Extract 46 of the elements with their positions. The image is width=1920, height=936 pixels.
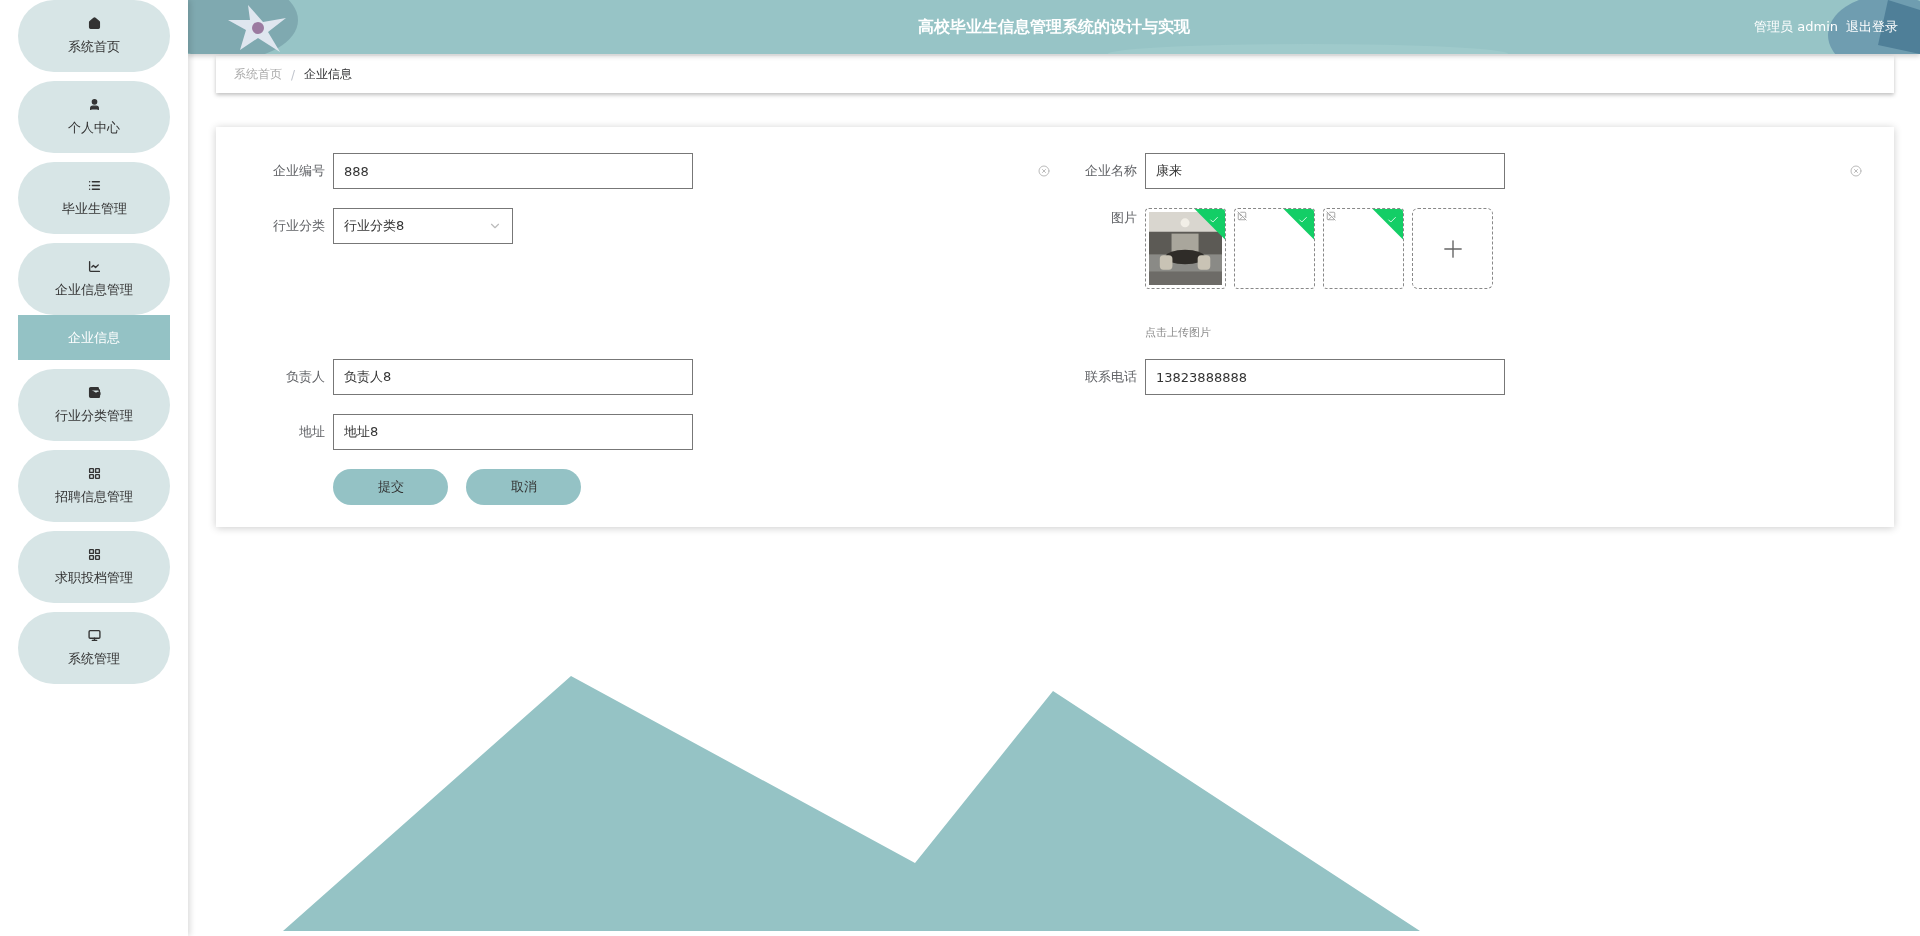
text-field[interactable]: 13823888888 (1145, 359, 1505, 395)
breadcrumb-item[interactable]: 企业信息 (304, 66, 353, 83)
submit-button[interactable]: 提交 (333, 469, 448, 505)
menu-item[interactable]: 招聘信息管理 (18, 450, 170, 522)
upload-button[interactable] (1412, 208, 1493, 289)
field-label: 行业分类 (272, 217, 326, 235)
grid-icon (87, 466, 101, 480)
text-field[interactable]: 负责人8 (333, 359, 693, 395)
breadcrumb-separator: / (291, 67, 296, 82)
menu-item[interactable]: 个人中心 (18, 81, 170, 153)
list-icon (87, 178, 101, 192)
menu-item[interactable]: 系统管理 (18, 612, 170, 684)
broken-image-icon (1237, 211, 1247, 221)
clear-icon[interactable] (1038, 165, 1050, 177)
field-label: 企业名称 (1084, 162, 1138, 180)
broken-image-icon (1326, 211, 1336, 221)
user-icon (87, 97, 101, 111)
image-thumbnail[interactable] (1234, 208, 1315, 289)
field-label: 负责人 (285, 368, 326, 386)
text-field[interactable]: 康来 (1145, 153, 1505, 189)
field-label: 地址 (298, 423, 326, 441)
upload-hint: 点击上传图片 (1145, 325, 1212, 340)
menu-item[interactable]: 毕业生管理 (18, 162, 170, 234)
app-title: 高校毕业生信息管理系统的设计与实现 (918, 16, 1190, 38)
check-icon (1387, 214, 1398, 225)
user-name: 管理员 admin (1754, 18, 1838, 36)
wallet-icon (87, 385, 101, 399)
menu-item[interactable]: 企业信息管理 (18, 243, 170, 315)
chart-icon (87, 259, 101, 273)
menu-item[interactable]: 行业分类管理 (18, 369, 170, 441)
field-label: 企业编号 (272, 162, 326, 180)
check-icon (1298, 214, 1309, 225)
home-icon (87, 16, 101, 30)
menu-item[interactable]: 求职投档管理 (18, 531, 170, 603)
cancel-button[interactable]: 取消 (466, 469, 581, 505)
field-label: 联系电话 (1084, 368, 1138, 386)
grid-icon (87, 547, 101, 561)
clear-icon[interactable] (1850, 165, 1862, 177)
menu-item[interactable]: 系统首页 (18, 0, 170, 72)
text-field[interactable]: 地址8 (333, 414, 693, 450)
field-label: 图片 (1110, 209, 1138, 227)
text-field[interactable]: 888 (333, 153, 693, 189)
category-select[interactable]: 行业分类8 (333, 208, 513, 244)
image-thumbnail[interactable] (1323, 208, 1404, 289)
monitor-icon (87, 628, 101, 642)
check-icon (1209, 214, 1220, 225)
